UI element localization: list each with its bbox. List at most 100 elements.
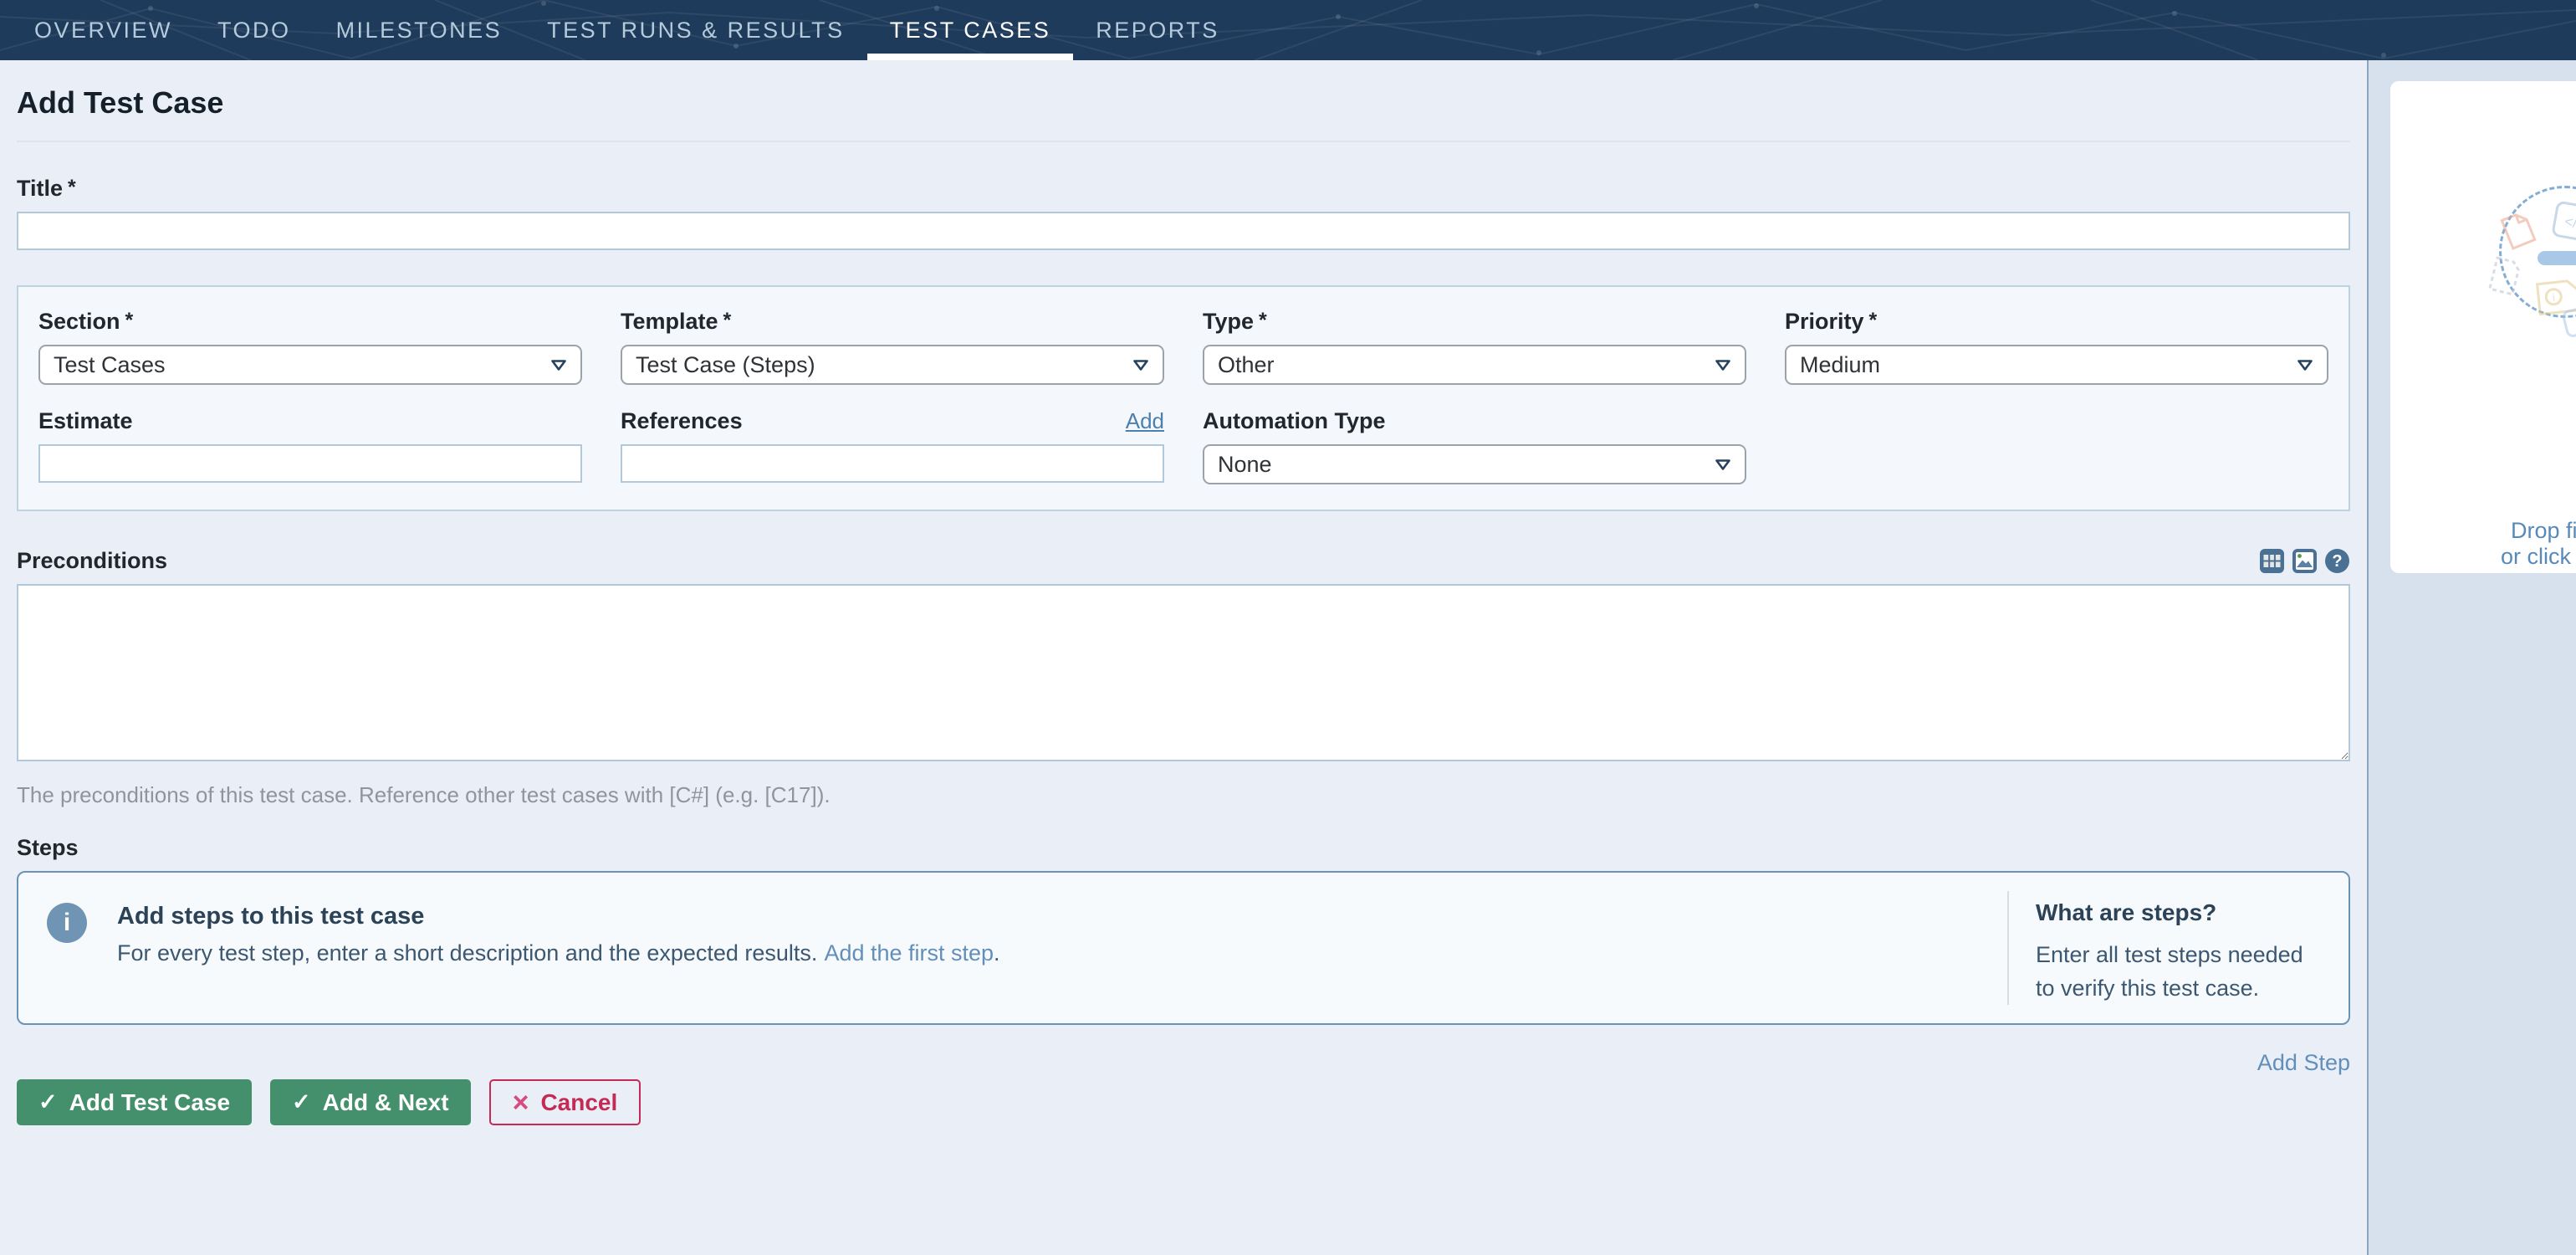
main-content: Add Test Case Title* Section* Test Cases — [0, 60, 2367, 1255]
tab-test-cases[interactable]: TEST CASES — [867, 0, 1074, 60]
template-field: Template* Test Case (Steps) — [621, 309, 1164, 385]
svg-text:i: i — [2552, 291, 2556, 304]
what-are-steps-title: What are steps? — [2036, 899, 2349, 926]
steps-info-body: For every test step, enter a short descr… — [117, 940, 1000, 966]
tab-test-runs-results-label: TEST RUNS & RESULTS — [547, 18, 845, 44]
add-test-case-button-label: Add Test Case — [69, 1089, 230, 1116]
section-label: Section* — [38, 309, 582, 335]
steps-label: Steps — [17, 835, 2350, 861]
section-label-text: Section — [38, 309, 120, 334]
title-input[interactable] — [17, 212, 2350, 250]
template-select[interactable]: Test Case (Steps) — [621, 345, 1164, 385]
preconditions-textarea[interactable] — [17, 584, 2350, 761]
file-dropzone[interactable]: </> i Drop fil — [2390, 81, 2576, 573]
help-icon[interactable]: ? — [2324, 548, 2350, 574]
tab-reports[interactable]: REPORTS — [1073, 0, 1242, 60]
section-select-value: Test Cases — [54, 352, 166, 378]
tab-todo-label: TODO — [217, 18, 291, 44]
check-icon: ✓ — [38, 1089, 58, 1115]
automation-type-select[interactable]: None — [1203, 444, 1746, 484]
image-icon[interactable] — [2292, 548, 2318, 574]
dropzone-line2: or click on ' — [2501, 544, 2576, 570]
editor-toolbar: ? — [2259, 548, 2350, 574]
tab-test-runs-results[interactable]: TEST RUNS & RESULTS — [524, 0, 867, 60]
add-first-step-link[interactable]: Add the first step — [824, 940, 994, 966]
priority-select-value: Medium — [1800, 352, 1880, 378]
steps-info-body-suffix: . — [994, 940, 1000, 966]
add-and-next-button[interactable]: ✓ Add & Next — [270, 1079, 471, 1125]
dropzone-text: Drop files he or click on ' — [2501, 518, 2576, 570]
type-label-text: Type — [1203, 309, 1254, 334]
type-select[interactable]: Other — [1203, 345, 1746, 385]
required-asterisk: * — [723, 309, 732, 332]
tab-overview-label: OVERVIEW — [34, 18, 172, 44]
table-icon[interactable] — [2259, 548, 2285, 574]
case-attributes-box: Section* Test Cases Template* Test Case … — [17, 285, 2350, 511]
add-step-link[interactable]: Add Step — [2257, 1050, 2350, 1076]
dropzone-line1: Drop files he — [2511, 518, 2576, 544]
tab-milestones-label: MILESTONES — [336, 18, 503, 44]
add-test-case-button[interactable]: ✓ Add Test Case — [17, 1079, 252, 1125]
page-title: Add Test Case — [17, 85, 2350, 120]
gray-file-icon — [2486, 254, 2524, 298]
dropzone-bar — [2538, 251, 2576, 265]
info-icon: i — [47, 903, 87, 943]
chevron-down-icon — [2297, 359, 2313, 371]
required-asterisk: * — [125, 309, 134, 332]
references-input[interactable] — [621, 444, 1164, 483]
required-asterisk: * — [1259, 309, 1267, 332]
estimate-label: Estimate — [38, 408, 582, 434]
template-label-text: Template — [621, 309, 718, 334]
close-icon: × — [513, 1089, 529, 1117]
cancel-button[interactable]: × Cancel — [489, 1079, 641, 1125]
chevron-down-icon — [1715, 458, 1731, 471]
priority-label: Priority* — [1785, 309, 2328, 335]
steps-info-body-text: For every test step, enter a short descr… — [117, 940, 817, 966]
references-label: References — [621, 408, 743, 434]
check-icon: ✓ — [292, 1089, 311, 1115]
required-asterisk: * — [68, 176, 76, 199]
what-are-steps-panel: What are steps? Enter all test steps nee… — [2007, 891, 2349, 1005]
tab-test-cases-label: TEST CASES — [890, 18, 1051, 44]
chevron-down-icon — [1715, 359, 1731, 371]
svg-text:</>: </> — [2563, 213, 2576, 233]
priority-field: Priority* Medium — [1785, 309, 2328, 385]
estimate-field: Estimate — [38, 408, 582, 484]
orange-file-icon — [2497, 207, 2539, 253]
template-label: Template* — [621, 309, 1164, 335]
automation-type-label: Automation Type — [1203, 408, 1746, 434]
template-select-value: Test Case (Steps) — [636, 352, 815, 378]
chevron-down-icon — [1132, 359, 1149, 371]
title-label: Title* — [17, 176, 76, 202]
tab-overview[interactable]: OVERVIEW — [12, 0, 195, 60]
what-are-steps-body: Enter all test steps needed to verify th… — [2036, 938, 2312, 1005]
preconditions-help-text: The preconditions of this test case. Ref… — [17, 782, 2350, 808]
estimate-input[interactable] — [38, 444, 582, 483]
top-navbar: OVERVIEW TODO MILESTONES TEST RUNS & RES… — [0, 0, 2576, 60]
tab-todo[interactable]: TODO — [195, 0, 314, 60]
svg-text:?: ? — [2332, 552, 2342, 571]
priority-label-text: Priority — [1785, 309, 1864, 334]
required-asterisk: * — [1869, 309, 1878, 332]
steps-info-box: i Add steps to this test case For every … — [17, 871, 2350, 1025]
title-label-text: Title — [17, 176, 63, 201]
preconditions-label: Preconditions — [17, 548, 167, 574]
cancel-button-label: Cancel — [540, 1089, 617, 1116]
section-select[interactable]: Test Cases — [38, 345, 582, 385]
chevron-down-icon — [550, 359, 567, 371]
type-field: Type* Other — [1203, 309, 1746, 385]
type-label: Type* — [1203, 309, 1746, 335]
add-and-next-button-label: Add & Next — [323, 1089, 449, 1116]
references-field: References Add — [621, 408, 1164, 484]
page-header: Add Test Case — [17, 60, 2350, 142]
type-select-value: Other — [1218, 352, 1275, 378]
code-file-icon: </> — [2551, 200, 2576, 243]
steps-info-title: Add steps to this test case — [117, 903, 1000, 930]
references-add-link[interactable]: Add — [1126, 408, 1164, 434]
section-field: Section* Test Cases — [38, 309, 582, 385]
empty-cell — [1785, 408, 2328, 484]
priority-select[interactable]: Medium — [1785, 345, 2328, 385]
automation-type-select-value: None — [1218, 452, 1272, 478]
automation-type-field: Automation Type None — [1203, 408, 1746, 484]
tab-milestones[interactable]: MILESTONES — [314, 0, 525, 60]
